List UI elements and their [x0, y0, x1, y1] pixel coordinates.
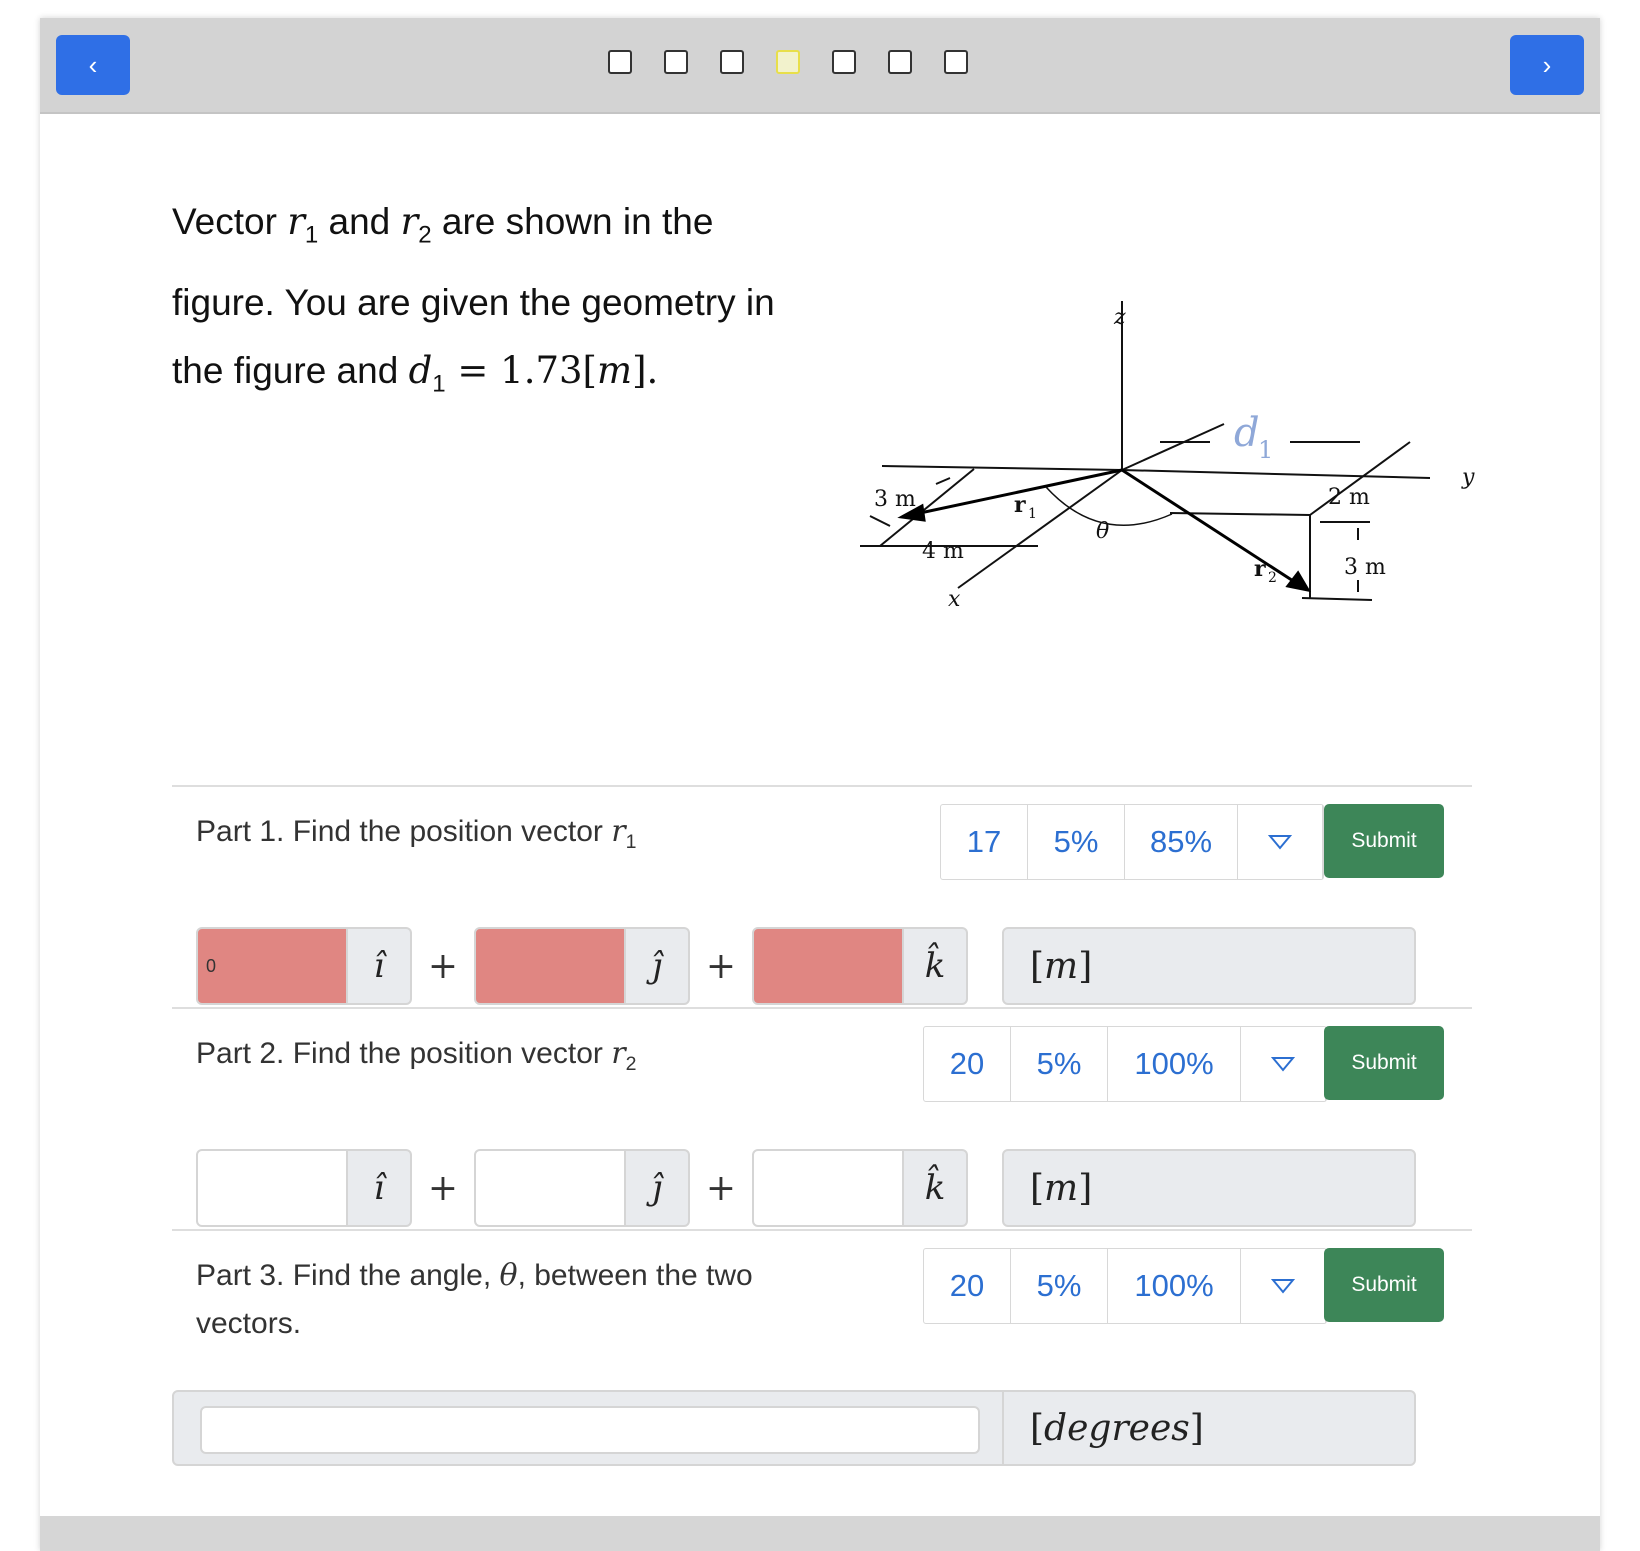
- triangle-down-icon: [1268, 835, 1292, 850]
- penalty-percent: 5%: [1028, 805, 1125, 879]
- plus-sign: +: [705, 945, 737, 987]
- divider: [172, 1229, 1472, 1231]
- question-nav-bar: ‹ ›: [40, 18, 1600, 114]
- stats-dropdown-toggle[interactable]: [1238, 805, 1323, 879]
- problem-statement: Vector r1 and r2 are shown in the figure…: [172, 200, 775, 398]
- max-score-percent: 85%: [1125, 805, 1238, 879]
- plus-sign: +: [427, 1167, 459, 1209]
- r1-sub: 1: [1028, 506, 1037, 522]
- i-component-input[interactable]: [196, 1149, 348, 1227]
- stats-dropdown-toggle[interactable]: [1241, 1027, 1326, 1101]
- j-hat-label: ĵ: [626, 927, 690, 1005]
- prev-question-button[interactable]: ‹: [56, 35, 130, 95]
- part-2-title: Part 2. Find the position vector r2: [196, 1036, 637, 1075]
- dim-2m: 2 m: [1328, 485, 1370, 510]
- attempts-count: 17: [941, 805, 1028, 879]
- penalty-percent: 5%: [1011, 1027, 1108, 1101]
- i-hat-label: î: [348, 1149, 412, 1227]
- question-marker[interactable]: [944, 50, 968, 74]
- part-2-vector-inputs: î + ĵ + k̂: [196, 1149, 968, 1227]
- part-1-title: Part 1. Find the position vector r1: [196, 814, 637, 853]
- max-score-percent: 100%: [1108, 1027, 1241, 1101]
- attempts-count: 20: [924, 1027, 1011, 1101]
- chevron-right-icon: ›: [1542, 49, 1552, 80]
- plus-sign: +: [705, 1167, 737, 1209]
- part-1-vector-inputs: 0 î + ĵ + k̂: [196, 927, 968, 1005]
- part-2-submit-button[interactable]: Submit: [1324, 1026, 1444, 1100]
- i-hat-label: î: [348, 927, 412, 1005]
- dim-3m-right: 3 m: [1344, 555, 1386, 580]
- plus-sign: +: [427, 945, 459, 987]
- triangle-down-icon: [1271, 1279, 1295, 1294]
- question-marker-current[interactable]: [776, 50, 800, 74]
- j-hat-label: ĵ: [626, 1149, 690, 1227]
- part-3-angle-group: [172, 1390, 1005, 1466]
- k-hat-label: k̂: [904, 1149, 968, 1227]
- angle-input[interactable]: [200, 1406, 980, 1454]
- part-1-unit-label: [m]: [1002, 927, 1416, 1005]
- stats-dropdown-toggle[interactable]: [1241, 1249, 1326, 1323]
- r2-sub: 2: [1268, 570, 1277, 586]
- penalty-percent: 5%: [1011, 1249, 1108, 1323]
- chevron-left-icon: ‹: [88, 49, 98, 80]
- part-2-stats: 20 5% 100%: [923, 1026, 1327, 1102]
- max-score-percent: 100%: [1108, 1249, 1241, 1323]
- j-component-input[interactable]: [474, 927, 626, 1005]
- r1-label: r: [1014, 492, 1026, 518]
- part-2-unit-label: [m]: [1002, 1149, 1416, 1227]
- dim-3m-left: 3 m: [874, 487, 916, 512]
- k-component-input[interactable]: [752, 927, 904, 1005]
- i-component-input[interactable]: 0: [196, 927, 348, 1005]
- part-3-unit-label: [degrees]: [1002, 1390, 1416, 1466]
- r2-label: r: [1254, 556, 1266, 582]
- j-component-input[interactable]: [474, 1149, 626, 1227]
- y-axis-label: y: [1461, 465, 1475, 490]
- d1-sub: 1: [1258, 436, 1273, 464]
- bottom-bar: [40, 1516, 1600, 1551]
- geometry-figure: z y x r 1 r 2 θ 3 m 4 m 2 m 3 m d 1: [860, 301, 1475, 612]
- part-3-title: Part 3. Find the angle, θ, between the t…: [196, 1258, 753, 1340]
- question-marker[interactable]: [888, 50, 912, 74]
- k-hat-label: k̂: [904, 927, 968, 1005]
- next-question-button[interactable]: ›: [1510, 35, 1584, 95]
- part-3-submit-button[interactable]: Submit: [1324, 1248, 1444, 1322]
- part-1-stats: 17 5% 85%: [940, 804, 1324, 880]
- divider: [172, 785, 1472, 787]
- question-marker[interactable]: [720, 50, 744, 74]
- question-marker[interactable]: [832, 50, 856, 74]
- d1-label: d: [1234, 410, 1260, 456]
- question-marker[interactable]: [664, 50, 688, 74]
- part-3-stats: 20 5% 100%: [923, 1248, 1327, 1324]
- theta-label: θ: [1096, 519, 1109, 544]
- attempts-count: 20: [924, 1249, 1011, 1323]
- triangle-down-icon: [1271, 1057, 1295, 1072]
- k-component-input[interactable]: [752, 1149, 904, 1227]
- question-card: ‹ › Vector r1 and r2 are shown in the fi…: [40, 18, 1600, 1551]
- question-marker[interactable]: [608, 50, 632, 74]
- z-axis-label: z: [1113, 305, 1126, 330]
- divider: [172, 1007, 1472, 1009]
- x-axis-label: x: [948, 587, 961, 612]
- part-1-submit-button[interactable]: Submit: [1324, 804, 1444, 878]
- dim-4m: 4 m: [922, 539, 964, 564]
